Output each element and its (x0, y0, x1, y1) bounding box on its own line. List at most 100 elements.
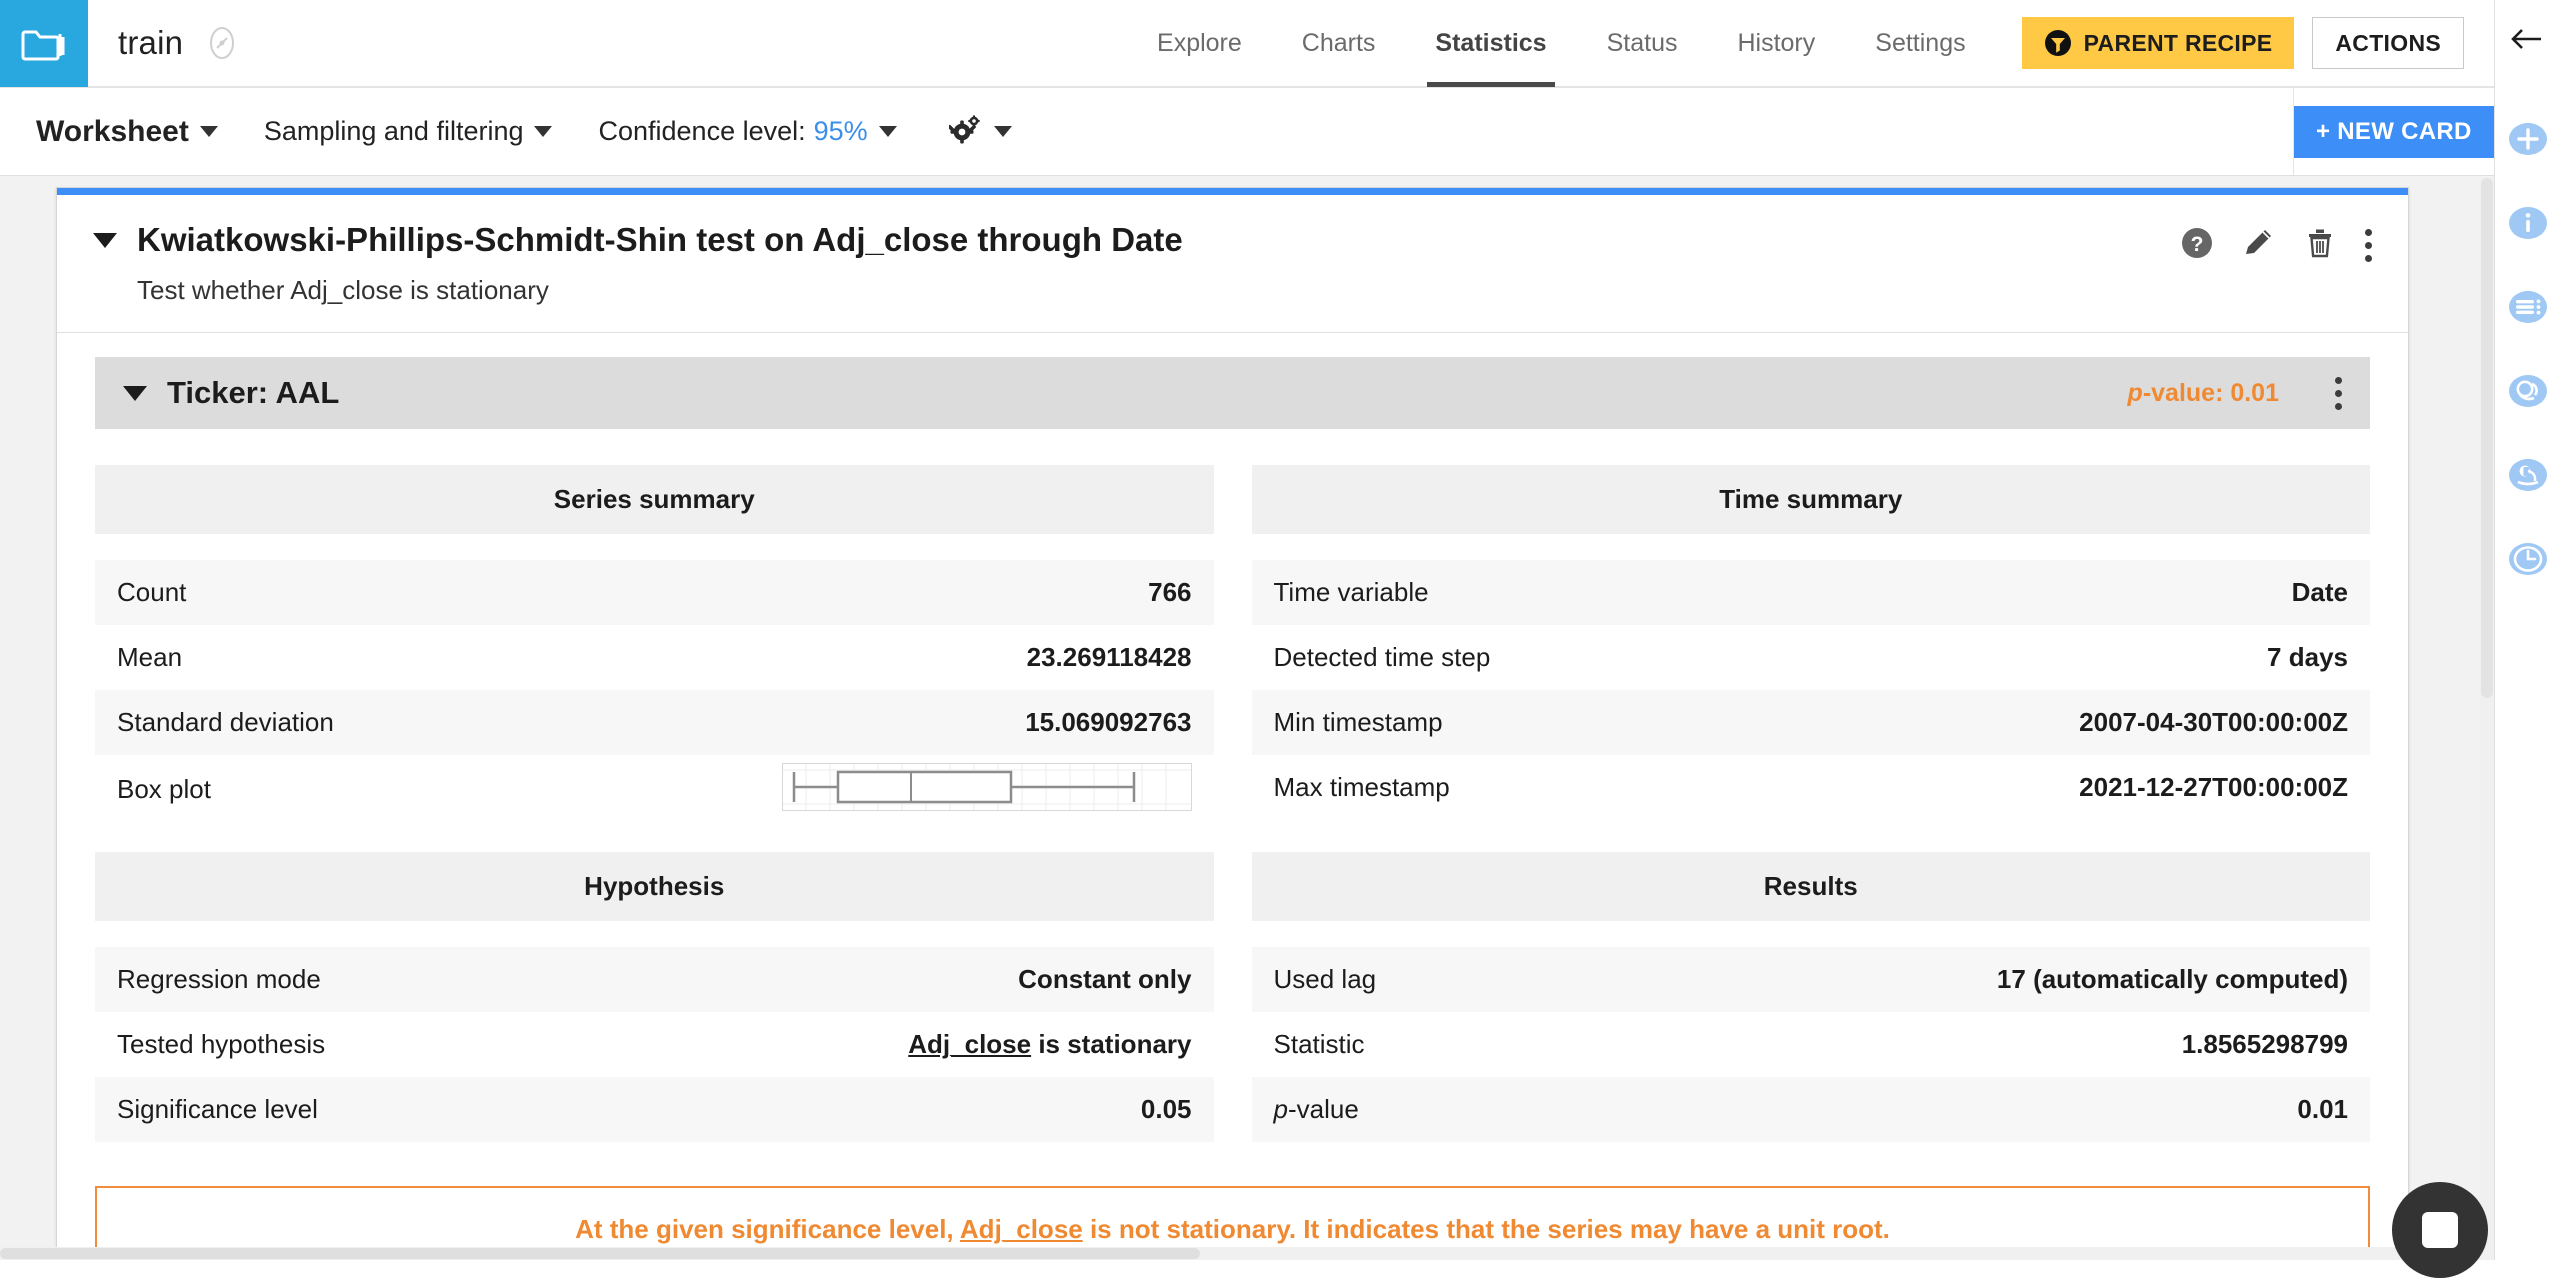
chevron-down-icon[interactable] (93, 233, 117, 248)
hypothesis-results-row: Hypothesis Regression mode Constant only… (57, 824, 2408, 1142)
vertical-scrollbar-thumb[interactable] (2481, 178, 2493, 698)
details-list-icon[interactable] (2508, 287, 2548, 327)
boxplot-cell (654, 755, 1213, 824)
statistics-card: Kwiatkowski-Phillips-Schmidt-Shin test o… (56, 187, 2409, 1260)
series-summary-heading: Series summary (95, 465, 1214, 534)
tab-statistics[interactable]: Statistics (1405, 0, 1576, 87)
tab-status[interactable]: Status (1577, 0, 1708, 87)
row-key: Max timestamp (1252, 755, 1811, 820)
hypothesis-heading-row: Hypothesis (95, 852, 1214, 921)
ticker-title-row: Ticker: AAL (123, 375, 339, 411)
summary-tables-row: Series summary Count 766 Mean 23.2691184… (57, 429, 2408, 824)
row-key: p-value (1252, 1077, 1811, 1142)
worksheet-menu[interactable]: Worksheet (36, 115, 218, 149)
vertical-scrollbar[interactable] (2480, 178, 2494, 1260)
time-summary-table: Time summary Time variable Date Detected… (1252, 465, 2371, 820)
tab-charts[interactable]: Charts (1272, 0, 1406, 87)
table-row: Count 766 (95, 560, 1214, 625)
row-value: 2007-04-30T00:00:00Z (1811, 690, 2370, 755)
time-summary-heading-row: Time summary (1252, 465, 2371, 534)
row-key: Box plot (95, 755, 654, 824)
more-vertical-icon[interactable] (2365, 229, 2372, 262)
chevron-down-icon[interactable] (123, 386, 147, 401)
confidence-label: Confidence level: (598, 116, 805, 147)
row-value: 23.269118428 (654, 625, 1213, 690)
row-key: Regression mode (95, 947, 654, 1012)
compass-icon[interactable] (205, 26, 239, 60)
table-row: Regression mode Constant only (95, 947, 1214, 1012)
variable-link[interactable]: Adj_close (908, 1029, 1031, 1059)
table-row: Significance level 0.05 (95, 1077, 1214, 1142)
ticker-more-vertical-icon[interactable] (2335, 377, 2342, 410)
discussions-icon[interactable] (2508, 371, 2548, 411)
hypothesis-column: Hypothesis Regression mode Constant only… (95, 852, 1214, 1142)
conclusion-text-after: is not stationary. It indicates that the… (1083, 1214, 1890, 1244)
row-key: Statistic (1252, 1012, 1811, 1077)
row-key: Standard deviation (95, 690, 654, 755)
conclusion-variable-link[interactable]: Adj_close (960, 1214, 1083, 1244)
row-value: 0.05 (654, 1077, 1213, 1142)
confidence-value: 95% (814, 116, 868, 147)
settings-gear-menu[interactable] (949, 113, 1012, 150)
funnel-icon (2044, 29, 2072, 57)
project-name[interactable]: train (118, 24, 183, 62)
row-value: Date (1811, 560, 2370, 625)
ticker-header[interactable]: Ticker: AAL p-value: 0.01 (95, 357, 2370, 429)
row-value: 2021-12-27T00:00:00Z (1811, 755, 2370, 820)
sampling-filtering-menu[interactable]: Sampling and filtering (264, 116, 553, 147)
edit-pencil-icon[interactable] (2243, 227, 2275, 264)
new-card-zone: + NEW CARD (2294, 88, 2494, 176)
card-subtitle: Test whether Adj_close is stationary (137, 275, 2372, 306)
hypothesis-heading: Hypothesis (95, 852, 1214, 921)
actions-button[interactable]: ACTIONS (2312, 17, 2464, 69)
tab-settings[interactable]: Settings (1845, 0, 1995, 87)
svg-text:?: ? (2191, 233, 2204, 256)
hypothesis-table: Hypothesis Regression mode Constant only… (95, 852, 1214, 1142)
confidence-level-menu[interactable]: Confidence level: 95% (598, 116, 896, 147)
row-key: Time variable (1252, 560, 1811, 625)
parent-recipe-button[interactable]: PARENT RECIPE (2022, 17, 2295, 69)
table-row: Box plot (95, 755, 1214, 824)
lab-microscope-icon[interactable] (2508, 455, 2548, 495)
ticker-pvalue-badge: p-value: 0.01 (2128, 379, 2279, 408)
horizontal-scrollbar-thumb[interactable] (0, 1248, 1200, 1259)
main-tabs: Explore Charts Statistics Status History… (1127, 0, 2494, 87)
series-summary-column: Series summary Count 766 Mean 23.2691184… (95, 465, 1214, 824)
page-title: Kwiatkowski-Phillips-Schmidt-Shin test o… (137, 221, 1183, 259)
results-column: Results Used lag 17 (automatically compu… (1252, 852, 2371, 1142)
tab-history[interactable]: History (1707, 0, 1845, 87)
pvalue-italic-p: p (2128, 379, 2143, 407)
row-key: Tested hypothesis (95, 1012, 654, 1077)
arrow-left-icon[interactable] (2509, 22, 2547, 61)
table-row: Mean 23.269118428 (95, 625, 1214, 690)
chat-bubble-icon[interactable] (2392, 1182, 2488, 1278)
chat-bubble-inner (2422, 1212, 2458, 1248)
results-heading: Results (1252, 852, 2371, 921)
results-table: Results Used lag 17 (automatically compu… (1252, 852, 2371, 1142)
row-value: 1.8565298799 (1811, 1012, 2370, 1077)
help-icon[interactable]: ? (2181, 227, 2213, 264)
tab-explore[interactable]: Explore (1127, 0, 1272, 87)
card-title-row[interactable]: Kwiatkowski-Phillips-Schmidt-Shin test o… (93, 221, 2372, 259)
row-value: 766 (654, 560, 1213, 625)
horizontal-scrollbar[interactable] (0, 1247, 2480, 1260)
folder-icon[interactable] (0, 0, 88, 87)
trash-icon[interactable] (2305, 227, 2335, 264)
row-value: Adj_close is stationary (654, 1012, 1213, 1077)
row-value: Constant only (654, 947, 1213, 1012)
table-row: Detected time step 7 days (1252, 625, 2371, 690)
table-row: p-value 0.01 (1252, 1077, 2371, 1142)
results-heading-row: Results (1252, 852, 2371, 921)
pvalue-text: -value: 0.01 (2143, 379, 2279, 407)
card-header: Kwiatkowski-Phillips-Schmidt-Shin test o… (57, 195, 2408, 333)
time-summary-heading: Time summary (1252, 465, 2371, 534)
history-clock-icon[interactable] (2508, 539, 2548, 579)
right-rail (2494, 0, 2560, 1260)
row-value: 7 days (1811, 625, 2370, 690)
new-card-button[interactable]: + NEW CARD (2294, 106, 2494, 158)
gear-settings-icon (949, 113, 983, 150)
plus-circle-icon[interactable] (2508, 119, 2548, 159)
sampling-label: Sampling and filtering (264, 116, 524, 147)
info-circle-icon[interactable] (2508, 203, 2548, 243)
pvalue-key-rest: -value (1288, 1094, 1359, 1124)
